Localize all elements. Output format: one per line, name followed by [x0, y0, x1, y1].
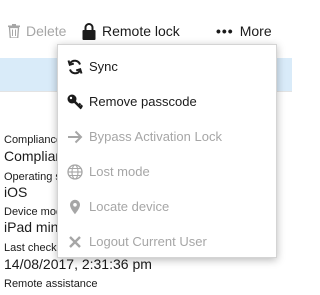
compliance-label: Compliance — [4, 134, 63, 146]
menu-item-lost-mode[interactable]: Lost mode — [58, 154, 276, 189]
more-dots-icon: ••• — [216, 23, 234, 39]
lock-icon — [82, 22, 96, 40]
delete-button[interactable]: Delete — [8, 21, 66, 41]
more-button[interactable]: ••• More — [216, 21, 272, 41]
more-actions-menu: Sync Remove passcode Bypass Activation L… — [57, 44, 277, 258]
sync-icon — [65, 57, 85, 77]
compliance-value: Complian — [4, 148, 64, 164]
delete-label: Delete — [26, 23, 67, 39]
menu-item-bypass-activation-lock[interactable]: Bypass Activation Lock — [58, 119, 276, 154]
arrow-right-icon — [65, 127, 85, 147]
menu-item-logout-current-user[interactable]: Logout Current User — [58, 224, 276, 257]
location-pin-icon — [65, 197, 85, 217]
menu-item-label: Locate device — [89, 199, 170, 214]
menu-item-label: Lost mode — [89, 164, 150, 179]
menu-item-locate-device[interactable]: Locate device — [58, 189, 276, 224]
menu-item-label: Sync — [89, 59, 118, 74]
menu-item-label: Remove passcode — [89, 94, 197, 109]
remote-lock-button[interactable]: Remote lock — [82, 21, 180, 41]
menu-item-remove-passcode[interactable]: Remove passcode — [58, 84, 276, 119]
menu-item-sync[interactable]: Sync — [58, 49, 276, 84]
operating-system-label: Operating s — [4, 171, 61, 183]
menu-item-label: Bypass Activation Lock — [89, 129, 222, 144]
last-check-in-label: Last check- — [4, 242, 61, 254]
trash-icon — [8, 24, 20, 38]
more-label: More — [239, 23, 272, 39]
remote-lock-label: Remote lock — [102, 23, 180, 39]
globe-icon — [65, 162, 85, 182]
remote-assistance-label: Remote assistance — [4, 278, 98, 290]
device-model-label: Device mod — [4, 206, 63, 218]
key-icon — [65, 92, 85, 112]
last-check-in-value: 14/08/2017, 2:31:36 pm — [4, 256, 152, 272]
device-model-value: iPad mini — [4, 219, 62, 235]
menu-item-label: Logout Current User — [89, 234, 207, 249]
x-icon — [65, 232, 85, 252]
operating-system-value: iOS — [4, 184, 28, 200]
